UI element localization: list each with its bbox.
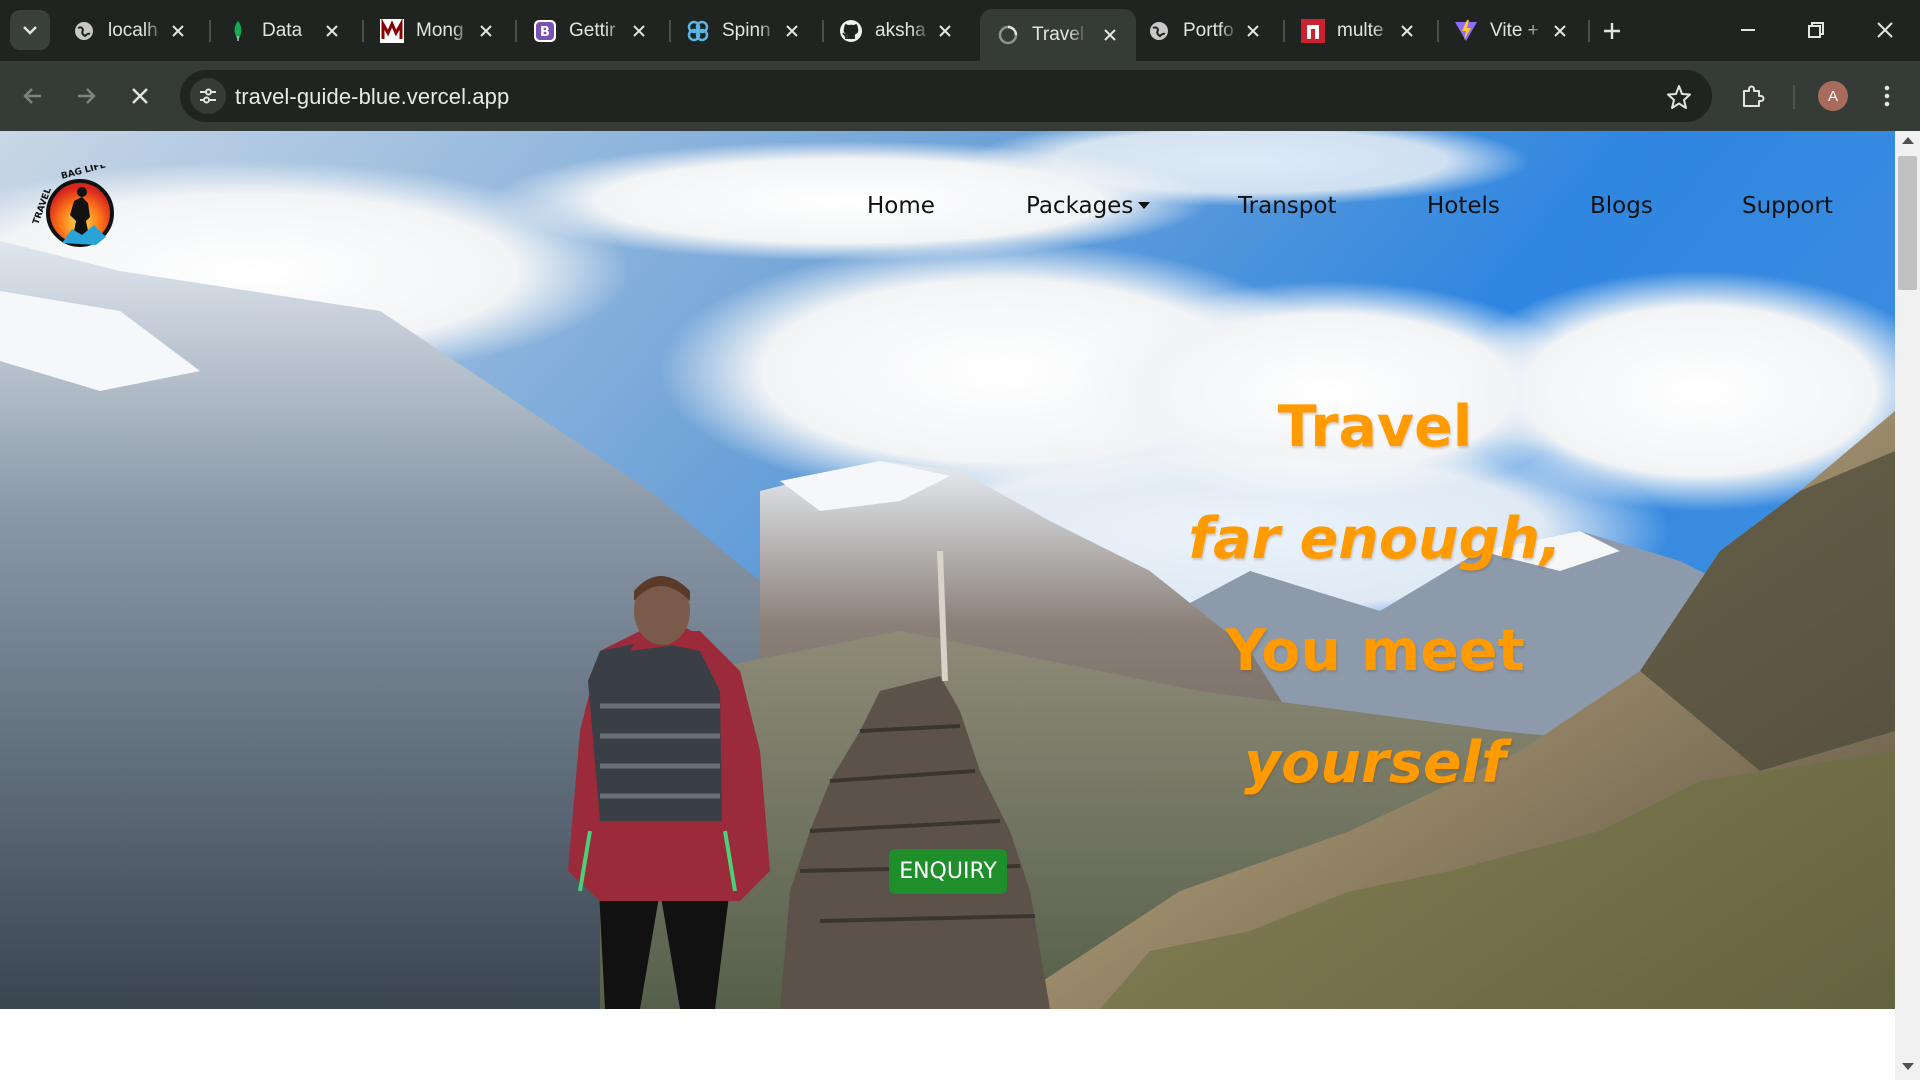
hero-headline: Travel far enough, You meet yourself — [1175, 399, 1575, 847]
stop-loading-button[interactable] — [121, 77, 159, 115]
github-icon — [839, 19, 863, 43]
close-tab-icon[interactable] — [320, 19, 344, 43]
enquiry-button[interactable]: ENQUIRY — [889, 849, 1007, 894]
caret-down-icon — [1138, 202, 1151, 209]
extensions-button[interactable] — [1734, 77, 1772, 115]
tab-spinner[interactable]: Spinn — [670, 11, 818, 51]
close-tab-icon[interactable] — [1098, 23, 1122, 47]
close-tab-icon[interactable] — [933, 19, 957, 43]
close-tab-icon[interactable] — [474, 19, 498, 43]
tab-getting-started[interactable]: B Gettir — [517, 11, 665, 51]
tab-data[interactable]: Data — [210, 11, 358, 51]
tab-search-button[interactable] — [10, 10, 50, 50]
tab-multer[interactable]: multe — [1285, 11, 1433, 51]
more-vert-icon — [1884, 85, 1890, 107]
chevron-down-icon — [23, 26, 37, 35]
tab-vite[interactable]: Vite + — [1438, 11, 1586, 51]
close-tab-icon[interactable] — [166, 19, 190, 43]
tab-title: Travel — [1032, 24, 1085, 45]
close-tab-icon[interactable] — [1395, 19, 1419, 43]
tab-title: Vite + — [1490, 20, 1539, 41]
tab-portfolio[interactable]: Portfo — [1131, 11, 1279, 51]
tab-github[interactable]: aksha — [823, 11, 971, 51]
browser-toolbar: travel-guide-blue.vercel.app A — [0, 61, 1920, 131]
svg-text:B: B — [540, 25, 550, 40]
nav-transport-link[interactable]: Transpot — [1238, 193, 1336, 219]
bootstrap-icon: B — [533, 19, 557, 43]
tab-title: aksha — [875, 20, 926, 41]
close-tab-icon[interactable] — [1241, 19, 1265, 43]
nav-home-link[interactable]: Home — [867, 193, 935, 219]
tune-icon — [200, 88, 216, 104]
nav-support-link[interactable]: Support — [1742, 193, 1833, 219]
tab-title: multe — [1337, 20, 1384, 41]
hero-line-far-enough: far enough, — [1188, 506, 1562, 572]
nav-hotels-link[interactable]: Hotels — [1427, 193, 1500, 219]
close-tab-icon[interactable] — [1548, 19, 1572, 43]
hero-section: TRAVEL BAG LIFE Home Packages Transpot H… — [0, 131, 1895, 1009]
globe-icon — [72, 19, 96, 43]
bookmark-button[interactable] — [1664, 82, 1694, 112]
tab-travel-active[interactable]: Travel — [980, 9, 1136, 61]
spinner-icon — [686, 19, 710, 43]
hero-line-travel: Travel — [1277, 394, 1473, 460]
tab-title: localh — [108, 20, 158, 41]
forward-button[interactable] — [67, 77, 105, 115]
nav-packages-dropdown[interactable]: Packages — [1026, 193, 1151, 219]
scroll-down-arrow[interactable] — [1902, 1063, 1914, 1070]
tab-localhost[interactable]: localh — [56, 11, 204, 51]
site-info-button[interactable] — [190, 78, 226, 114]
vite-icon — [1454, 19, 1478, 43]
minimize-button[interactable] — [1725, 10, 1771, 50]
tab-title: Portfo — [1183, 20, 1234, 41]
site-navigation: Home Packages Transpot Hotels Blogs Supp… — [0, 131, 1895, 251]
new-tab-button[interactable] — [1595, 14, 1629, 48]
url-text[interactable]: travel-guide-blue.vercel.app — [235, 84, 509, 110]
mongoose-icon — [380, 19, 404, 43]
hero-line-yourself: yourself — [1244, 730, 1506, 796]
nav-blogs-link[interactable]: Blogs — [1590, 193, 1653, 219]
close-window-button[interactable] — [1862, 10, 1908, 50]
star-icon — [1667, 85, 1691, 109]
plus-icon — [1604, 23, 1620, 39]
tab-title: Gettir — [569, 20, 616, 41]
address-bar[interactable]: travel-guide-blue.vercel.app — [180, 70, 1712, 122]
hero-line-you-meet: You meet — [1225, 618, 1525, 684]
close-tab-icon[interactable] — [780, 19, 804, 43]
mongodb-leaf-icon — [226, 19, 250, 43]
multer-icon — [1301, 19, 1325, 43]
back-button[interactable] — [14, 77, 52, 115]
close-icon — [1877, 22, 1893, 38]
tab-mongoose[interactable]: Mong — [364, 11, 512, 51]
restore-button[interactable] — [1793, 10, 1839, 50]
restore-icon — [1808, 22, 1824, 38]
minimize-icon — [1741, 29, 1755, 31]
scroll-thumb[interactable] — [1898, 156, 1917, 290]
page-scrollbar[interactable] — [1895, 131, 1920, 1080]
browser-tabstrip: localh Data Mong B Gettir Spinn aksha Tr… — [0, 0, 1920, 61]
close-icon — [132, 88, 148, 104]
browser-menu-button[interactable] — [1870, 77, 1904, 115]
puzzle-icon — [1743, 85, 1765, 107]
tab-title: Spinn — [722, 20, 771, 41]
tab-title: Data — [262, 20, 303, 41]
arrow-right-icon — [78, 88, 96, 104]
page-viewport: TRAVEL BAG LIFE Home Packages Transpot H… — [0, 131, 1920, 1080]
globe-icon — [1147, 19, 1171, 43]
nav-packages-label: Packages — [1026, 193, 1134, 219]
arrow-left-icon — [23, 88, 41, 104]
profile-avatar[interactable]: A — [1818, 81, 1848, 111]
close-tab-icon[interactable] — [627, 19, 651, 43]
loading-icon — [996, 23, 1020, 47]
scroll-up-arrow[interactable] — [1902, 137, 1914, 144]
tab-title: Mong — [416, 20, 464, 41]
